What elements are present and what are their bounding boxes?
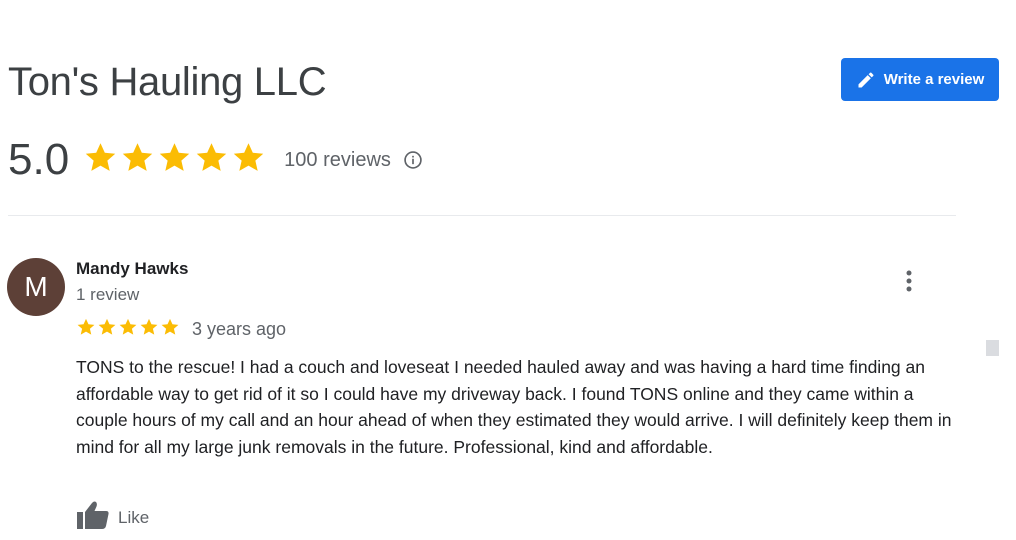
average-rating: 5.0	[8, 135, 70, 184]
review-rating-row: 3 years ago	[76, 317, 286, 342]
scrollbar-thumb[interactable]	[986, 340, 999, 356]
star-icon	[97, 317, 117, 342]
rating-stars	[83, 140, 266, 180]
thumbs-up-icon	[76, 500, 110, 535]
review-text: TONS to the rescue! I had a couch and lo…	[76, 357, 952, 457]
reviewer-name[interactable]: Mandy Hawks	[76, 259, 188, 279]
more-options-icon[interactable]	[898, 266, 920, 296]
review-count: 100 reviews	[284, 148, 391, 171]
star-icon	[231, 140, 266, 180]
write-review-button[interactable]: Write a review	[841, 58, 999, 101]
write-review-label: Write a review	[883, 71, 985, 88]
pencil-icon	[856, 70, 876, 90]
star-icon	[139, 317, 159, 342]
divider	[8, 215, 956, 216]
review-time: 3 years ago	[192, 319, 287, 339]
avatar-letter: M	[24, 271, 48, 302]
avatar[interactable]: M	[7, 258, 65, 316]
reviewer-review-count: 1 review	[76, 285, 140, 304]
reviews-page: Ton's Hauling LLC Write a review 5.0 100…	[0, 0, 1016, 540]
star-icon	[83, 140, 118, 180]
like-label: Like	[118, 507, 150, 527]
like-button[interactable]: Like	[76, 500, 149, 535]
star-icon	[160, 317, 180, 342]
business-name: Ton's Hauling LLC	[8, 60, 327, 104]
star-icon	[118, 317, 138, 342]
info-icon[interactable]	[403, 150, 423, 170]
star-icon	[76, 317, 96, 342]
review-stars	[76, 317, 180, 342]
star-icon	[120, 140, 155, 180]
rating-summary: 5.0 100 reviews	[8, 132, 423, 188]
star-icon	[194, 140, 229, 180]
star-icon	[157, 140, 192, 180]
